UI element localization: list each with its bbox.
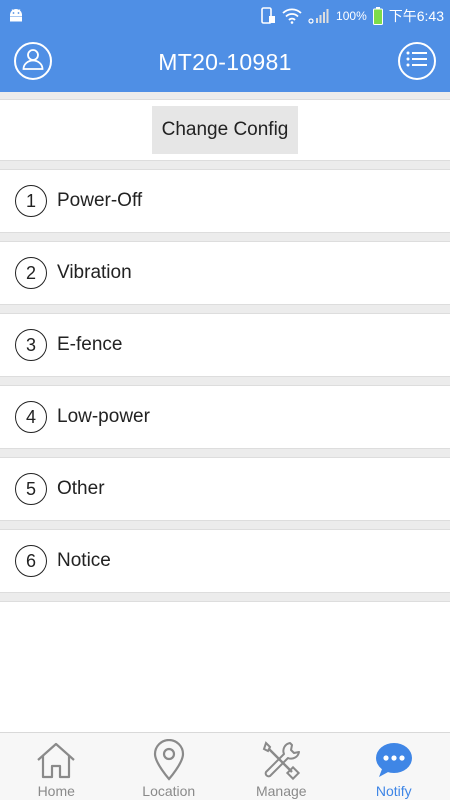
battery-percent: 100% [336, 9, 367, 23]
divider [0, 520, 450, 530]
nav-notify[interactable]: Notify [338, 733, 450, 800]
number-badge: 5 [15, 473, 47, 505]
list-item-label: Vibration [57, 262, 132, 283]
nav-label: Notify [375, 783, 412, 799]
list-item-other[interactable]: 5 Other [0, 458, 450, 520]
number-badge: 2 [15, 257, 47, 289]
number-badge: 1 [15, 185, 47, 217]
list-item-label: Power-Off [57, 190, 143, 211]
list-item-power-off[interactable]: 1 Power-Off [0, 170, 450, 232]
divider [0, 592, 450, 602]
home-icon [35, 739, 77, 781]
list-item-label: Notice [57, 550, 111, 571]
content-area: Change Config 1 Power-Off 2 Vibration 3 … [0, 92, 450, 732]
list-item-label: Low-power [57, 406, 150, 427]
list-item-vibration[interactable]: 2 Vibration [0, 242, 450, 304]
divider [0, 304, 450, 314]
list-item-low-power[interactable]: 4 Low-power [0, 386, 450, 448]
user-avatar-icon [21, 47, 45, 76]
number-badge: 3 [15, 329, 47, 361]
user-avatar-button[interactable] [14, 42, 52, 80]
config-row: Change Config [0, 100, 450, 160]
nav-location[interactable]: Location [113, 733, 226, 800]
clock: 下午6:43 [388, 8, 444, 24]
signal-icon [308, 8, 330, 24]
divider [0, 160, 450, 170]
divider [0, 232, 450, 242]
wifi-icon [282, 8, 302, 24]
page-title: MT20-10981 [158, 48, 292, 75]
tools-icon [260, 739, 302, 781]
bottom-nav: Home Location Manage Notify [0, 732, 450, 800]
number-badge: 4 [15, 401, 47, 433]
change-config-button[interactable]: Change Config [151, 106, 299, 154]
divider [0, 448, 450, 458]
list-item-notice[interactable]: 6 Notice [0, 530, 450, 592]
menu-button[interactable] [398, 42, 436, 80]
chat-bubble-icon [374, 739, 414, 781]
location-pin-icon [152, 739, 186, 781]
list-item-e-fence[interactable]: 3 E-fence [0, 314, 450, 376]
divider [0, 92, 450, 100]
phone-status-icon [260, 7, 276, 25]
list-item-label: Other [57, 478, 105, 499]
divider [0, 376, 450, 386]
list-menu-icon [406, 51, 428, 72]
nav-label: Home [37, 783, 75, 799]
list-item-label: E-fence [57, 334, 123, 355]
battery-icon [372, 7, 383, 25]
number-badge: 6 [15, 545, 47, 577]
nav-manage[interactable]: Manage [225, 733, 338, 800]
app-header: MT20-10981 [0, 32, 450, 92]
nav-home[interactable]: Home [0, 733, 113, 800]
nav-label: Manage [255, 783, 307, 799]
android-icon [8, 9, 24, 23]
nav-label: Location [142, 783, 196, 799]
status-bar: 100% 下午6:43 [0, 0, 450, 32]
